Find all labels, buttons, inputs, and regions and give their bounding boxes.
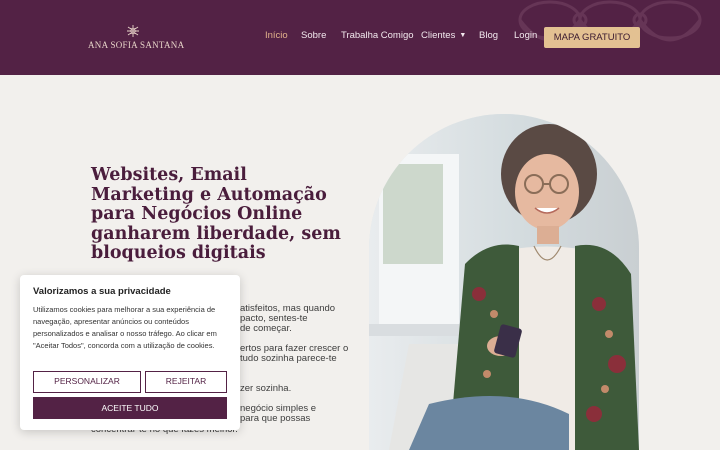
cookie-banner-text: Utilizamos cookies para melhorar a sua e… [33,305,217,350]
free-map-button[interactable]: MAPA GRATUITO [544,27,640,48]
chevron-down-icon: ▼ [459,32,467,39]
nav-clientes[interactable]: Clientes ▼ [421,30,466,46]
hero-headline: Websites, Email Marketing e Automação pa… [91,165,341,263]
logo-mark-icon [127,25,139,37]
nav-trabalha-comigo[interactable]: Trabalha Comigo [341,30,414,46]
nav-sobre[interactable]: Sobre [301,30,326,46]
accept-all-cookies-button[interactable]: ACEITE TUDO [33,397,227,419]
cookie-banner-title: Valorizamos a sua privacidade [33,286,171,297]
site-header: ANA SOFIA SANTANA Início Sobre Trabalha … [0,0,720,75]
portrait-illustration [369,114,639,450]
nav-login[interactable]: Login [514,30,537,46]
site-logo[interactable]: ANA SOFIA SANTANA [88,24,185,52]
nav-inicio[interactable]: Início [265,30,288,46]
reject-cookies-button[interactable]: REJEITAR [145,371,227,393]
logo-text: ANA SOFIA SANTANA [88,40,185,50]
customize-cookies-button[interactable]: PERSONALIZAR [33,371,141,393]
nav-clientes-label: Clientes [421,30,456,41]
hero-photo [369,114,639,450]
nav-blog[interactable]: Blog [479,30,498,46]
